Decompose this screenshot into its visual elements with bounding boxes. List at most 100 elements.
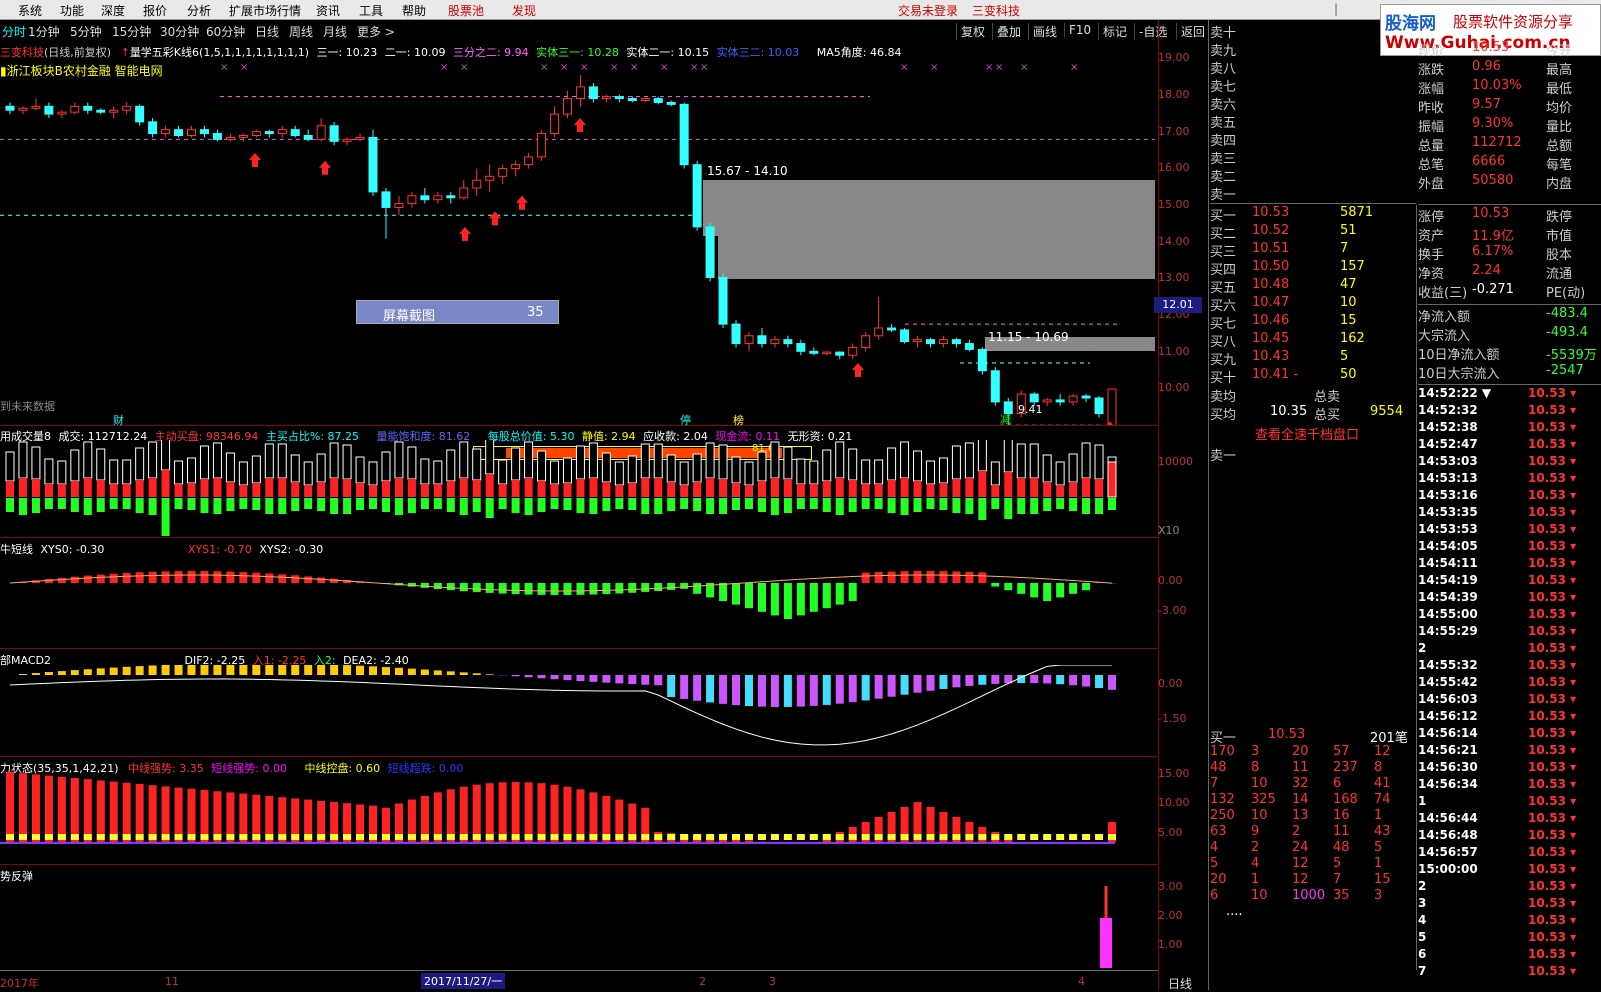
short-bar <box>447 583 455 590</box>
volume-bar-green <box>499 498 507 509</box>
force-chart[interactable] <box>0 770 1158 864</box>
quote-value: 112712 <box>1472 135 1522 150</box>
force-bar-yellow <box>849 834 857 840</box>
period-1min[interactable]: 1分钟 <box>28 23 60 40</box>
quote-value: 10.03% <box>1472 78 1522 93</box>
volume-bar-green <box>512 498 520 513</box>
force-bar-yellow <box>1004 834 1012 840</box>
short-bar <box>991 583 999 587</box>
macd-bar <box>149 665 157 675</box>
macd-bar <box>136 666 144 675</box>
period-week[interactable]: 周线 <box>289 23 313 40</box>
tool-f10[interactable]: F10 <box>1064 23 1091 37</box>
tick-time: 2 <box>1418 641 1426 655</box>
menu-extended-market[interactable]: 扩展市场行情 <box>229 2 301 19</box>
shortline-chart[interactable] <box>0 555 1158 648</box>
force-tick: 15.00 <box>1158 767 1190 780</box>
buy-level-volume: 15 <box>1340 313 1357 328</box>
period-15min[interactable]: 15分钟 <box>112 23 151 40</box>
tool-back[interactable]: 返回 <box>1176 23 1205 40</box>
volume-bar-green <box>304 498 312 509</box>
candle-body <box>810 351 818 353</box>
period-30min[interactable]: 30分钟 <box>160 23 199 40</box>
gap-zone-1 <box>703 180 1155 236</box>
menu-depth[interactable]: 深度 <box>101 2 125 19</box>
menu-stock-pool[interactable]: 股票池 <box>448 2 484 19</box>
menu-analysis[interactable]: 分析 <box>187 2 211 19</box>
trade-login-status[interactable]: 交易未登录 <box>898 2 958 19</box>
tool-restore-right[interactable]: 复权 <box>956 23 985 40</box>
candle-body <box>888 328 896 330</box>
menu-info[interactable]: 资讯 <box>316 2 340 19</box>
period-more[interactable]: 更多 > <box>357 23 395 40</box>
volume-bar-red <box>499 484 507 497</box>
volume-bar-green <box>525 498 533 515</box>
candle-body <box>188 130 196 136</box>
tool-watchlist[interactable]: -自选 <box>1134 23 1167 40</box>
menu-discover[interactable]: 发现 <box>512 2 536 19</box>
period-60min[interactable]: 60分钟 <box>206 23 245 40</box>
tick-price: 10.53 ▾ <box>1528 539 1576 553</box>
queue-cell: 10 <box>1251 808 1268 823</box>
short-bar <box>628 583 636 593</box>
macd-bar <box>110 668 118 675</box>
quote-value: 6666 <box>1472 154 1505 169</box>
period-indicator[interactable]: 日线 <box>1168 975 1192 992</box>
volume-bar-green <box>473 498 481 512</box>
menu-quote[interactable]: 报价 <box>143 2 167 19</box>
volume-bar <box>758 452 766 481</box>
rebound-chart[interactable] <box>0 868 1158 970</box>
flow-label: 净流入额 <box>1418 306 1470 325</box>
macd-bar <box>563 675 571 680</box>
quote-label: 涨幅 <box>1418 78 1444 97</box>
menu-help[interactable]: 帮助 <box>402 2 426 19</box>
short-bar <box>952 571 960 583</box>
finance-marker[interactable]: 财 <box>113 412 124 428</box>
macd-bar <box>291 665 299 675</box>
force-bar-yellow <box>447 834 455 840</box>
volume-bar <box>525 442 533 478</box>
tool-draw[interactable]: 画线 <box>1028 23 1057 40</box>
period-month[interactable]: 月线 <box>323 23 347 40</box>
volume-bar-green <box>849 498 857 512</box>
fast-depth-link[interactable]: 查看全速千档盘口 <box>1255 424 1359 443</box>
candle-body <box>123 106 131 110</box>
macd-chart[interactable] <box>0 665 1158 756</box>
sell-level-label: 卖三 <box>1210 148 1236 167</box>
reduce-marker[interactable]: 减 <box>1000 411 1011 427</box>
volume-bar <box>939 458 947 483</box>
volume-bar-red <box>486 474 494 497</box>
price-chart[interactable]: ×××××××××××××××××× <box>0 40 1158 425</box>
queue-cell: 41 <box>1374 776 1391 791</box>
flow-label: 大宗流入 <box>1418 325 1470 344</box>
short-bar <box>836 583 844 605</box>
period-5min[interactable]: 5分钟 <box>70 23 102 40</box>
macd-bar <box>654 675 662 685</box>
candle-body <box>200 130 208 134</box>
list-marker[interactable]: 榜 <box>733 412 744 428</box>
tool-mark[interactable]: 标记 <box>1098 23 1127 40</box>
candle-body <box>291 130 299 136</box>
menu-function[interactable]: 功能 <box>60 2 84 19</box>
halt-marker[interactable]: 停 <box>680 412 691 428</box>
queue-cell: 8 <box>1374 760 1382 775</box>
macd-bar <box>978 675 986 685</box>
force-bar-yellow <box>58 834 66 840</box>
period-day[interactable]: 日线 <box>255 23 279 40</box>
tick-price: 10.53 ▾ <box>1528 862 1576 876</box>
x-marker: × <box>220 62 228 73</box>
screenshot-box[interactable]: 屏幕截图 35 <box>356 300 559 324</box>
window-min-icon[interactable]: | <box>1334 2 1338 16</box>
volume-chart[interactable] <box>0 440 1158 537</box>
menu-system[interactable]: 系统 <box>18 2 42 19</box>
menu-tools[interactable]: 工具 <box>359 2 383 19</box>
macd-bar <box>939 675 947 689</box>
volume-bar-green <box>162 498 170 536</box>
tool-overlay[interactable]: 叠加 <box>992 23 1021 40</box>
buy-level-price: 10.47 <box>1252 295 1289 310</box>
volume-bar-red <box>278 478 286 497</box>
volume-bar-red <box>654 478 662 497</box>
period-tick[interactable]: 分时 <box>2 23 26 40</box>
menu-bar: 系统 功能 深度 报价 分析 扩展市场行情 资讯 工具 帮助 股票池 发现 交易… <box>0 0 1601 20</box>
force-bar-yellow <box>965 834 973 840</box>
